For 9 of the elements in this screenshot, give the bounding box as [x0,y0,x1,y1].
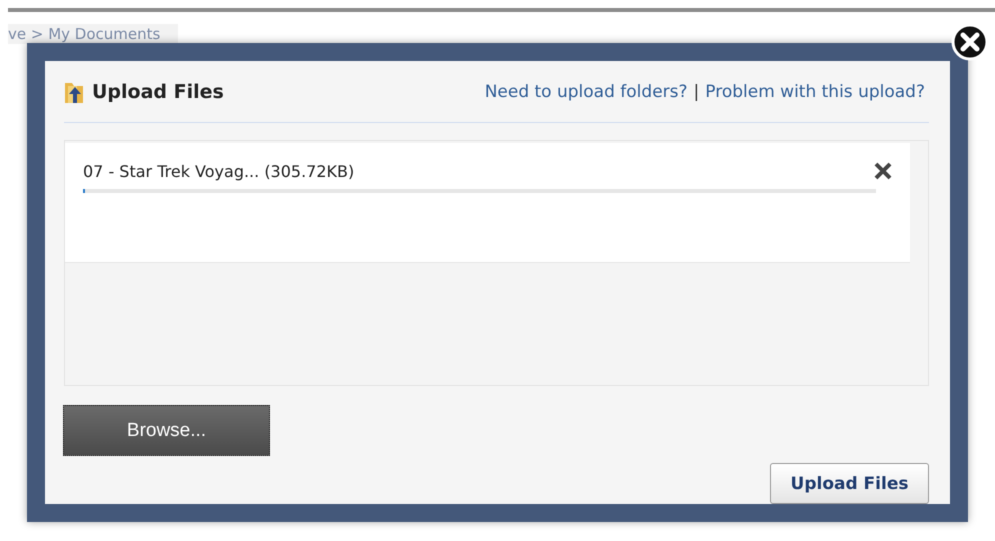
upload-files-button[interactable]: Upload Files [770,463,929,504]
remove-icon[interactable] [873,161,893,181]
help-link[interactable]: Need to upload folders? [484,82,688,102]
browse-button[interactable]: Browse... [63,405,270,456]
dialog-title: Upload Files [92,80,224,102]
file-name: 07 - Star Trek Voyag... (305.72KB) [83,162,354,180]
help-link[interactable]: Problem with this upload? [705,82,925,102]
link-separator: | [694,82,700,102]
breadcrumb-link[interactable]: ve > My Documents [8,24,178,44]
